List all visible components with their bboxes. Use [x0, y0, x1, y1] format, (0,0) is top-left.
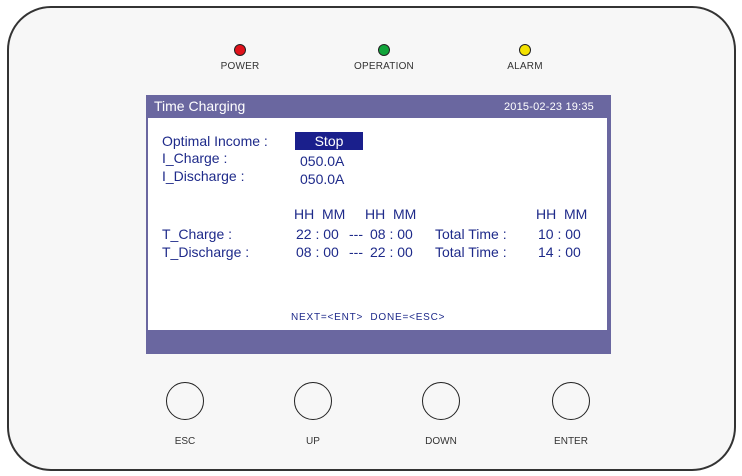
header-end-time: HH MM	[365, 206, 417, 222]
t-charge-end[interactable]: 08 : 00	[370, 226, 413, 242]
down-button[interactable]	[422, 382, 460, 420]
t-charge-start[interactable]: 22 : 00	[296, 226, 339, 242]
t-discharge-total: 14 : 00	[538, 244, 581, 260]
up-button[interactable]	[294, 382, 332, 420]
esc-label: ESC	[174, 436, 196, 447]
t-discharge-end[interactable]: 22 : 00	[370, 244, 413, 260]
screen-title: Time Charging	[154, 98, 246, 114]
optimal-income-value[interactable]: Stop	[295, 132, 363, 150]
t-charge-separator: ---	[349, 226, 363, 242]
lcd-screen: Time Charging 2015-02-23 19:35 Optimal I…	[146, 95, 611, 354]
t-discharge-total-label: Total Time :	[435, 244, 507, 260]
operation-led-icon	[378, 44, 390, 56]
t-discharge-label: T_Discharge :	[162, 244, 250, 260]
i-discharge-label: I_Discharge :	[162, 168, 245, 184]
content-panel: Optimal Income : Stop I_Charge : 050.0A …	[148, 118, 607, 330]
enter-button[interactable]	[552, 382, 590, 420]
alarm-label: ALARM	[507, 61, 543, 72]
t-discharge-separator: ---	[349, 244, 363, 260]
enter-label: ENTER	[554, 436, 588, 447]
footer-hint: NEXT=<ENT> DONE=<ESC>	[291, 312, 446, 323]
enter-button-group: ENTER	[531, 382, 611, 447]
t-charge-label: T_Charge :	[162, 226, 233, 242]
t-charge-total-label: Total Time :	[435, 226, 507, 242]
up-label: UP	[306, 436, 320, 447]
up-button-group: UP	[273, 382, 353, 447]
power-indicator: POWER	[180, 44, 300, 72]
header-total-time: HH MM	[536, 206, 588, 222]
power-led-icon	[234, 44, 246, 56]
alarm-led-icon	[519, 44, 531, 56]
i-discharge-value[interactable]: 050.0A	[300, 171, 344, 187]
t-charge-total: 10 : 00	[538, 226, 581, 242]
down-button-group: DOWN	[401, 382, 481, 447]
down-label: DOWN	[425, 436, 457, 447]
t-discharge-start[interactable]: 08 : 00	[296, 244, 339, 260]
i-charge-label: I_Charge :	[162, 150, 228, 166]
alarm-indicator: ALARM	[465, 44, 585, 72]
power-label: POWER	[220, 61, 260, 72]
esc-button[interactable]	[166, 382, 204, 420]
screen-datetime: 2015-02-23 19:35	[503, 101, 594, 113]
screen-titlebar: Time Charging 2015-02-23 19:35	[146, 95, 611, 118]
operation-indicator: OPERATION	[324, 44, 444, 72]
i-charge-value[interactable]: 050.0A	[300, 153, 344, 169]
optimal-income-label: Optimal Income :	[162, 133, 268, 149]
operation-label: OPERATION	[354, 61, 414, 72]
header-start-time: HH MM	[294, 206, 346, 222]
esc-button-group: ESC	[145, 382, 225, 447]
